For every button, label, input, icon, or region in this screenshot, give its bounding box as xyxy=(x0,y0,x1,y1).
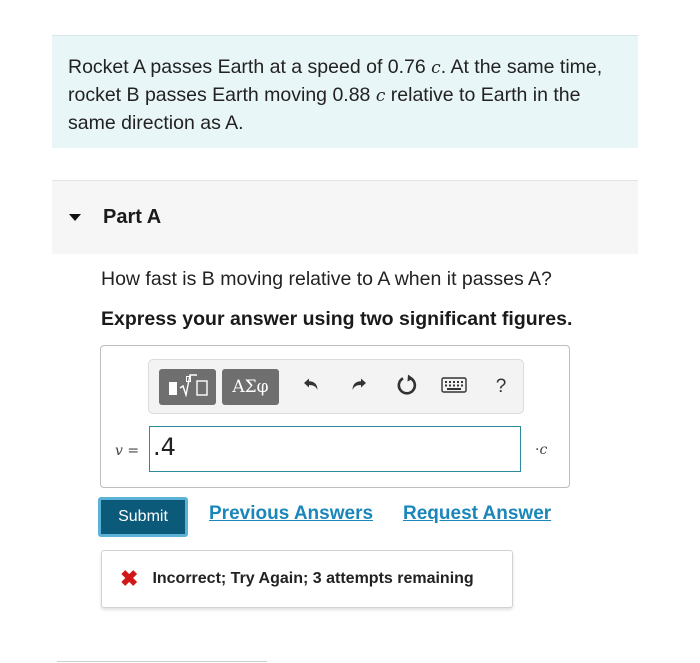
divider xyxy=(57,661,267,662)
help-button[interactable]: ? xyxy=(483,369,519,405)
undo-icon xyxy=(301,375,321,400)
request-answer-link[interactable]: Request Answer xyxy=(403,503,551,525)
caret-down-icon[interactable] xyxy=(69,214,81,221)
template-button[interactable] xyxy=(159,369,216,405)
speed-of-light-symbol: c xyxy=(375,86,386,106)
keyboard-icon xyxy=(441,376,467,398)
feedback-banner: ✖ Incorrect; Try Again; 3 attempts remai… xyxy=(101,550,513,608)
keyboard-button[interactable] xyxy=(436,369,472,405)
problem-statement: Rocket A passes Earth at a speed of 0.76… xyxy=(52,35,638,148)
unit-label: ·c xyxy=(535,442,547,458)
answer-variable-label: v = xyxy=(115,443,139,459)
part-a-header[interactable]: Part A xyxy=(52,180,638,254)
redo-icon xyxy=(349,375,369,400)
part-title: Part A xyxy=(103,206,162,228)
question-text: How fast is B moving relative to A when … xyxy=(101,268,552,290)
submit-button[interactable]: Submit xyxy=(98,497,188,537)
unit-symbol: c xyxy=(539,442,548,458)
feedback-text: Incorrect; Try Again; 3 attempts remaini… xyxy=(152,570,474,587)
previous-answers-link[interactable]: Previous Answers xyxy=(209,503,373,525)
speed-of-light-symbol: c xyxy=(431,58,441,78)
template-icon xyxy=(167,373,209,402)
instruction-text: Express your answer using two significan… xyxy=(101,308,573,330)
x-icon: ✖ xyxy=(120,566,139,591)
reset-button[interactable] xyxy=(389,369,425,405)
problem-text-1: Rocket A passes Earth at a speed of 0.76 xyxy=(68,56,432,78)
answer-variable: v xyxy=(115,443,123,459)
equals-sign: = xyxy=(122,443,140,459)
answer-input[interactable]: .4 xyxy=(149,426,521,472)
greek-letters-button[interactable]: ΑΣφ xyxy=(222,369,279,405)
answer-box: ΑΣφ ? v = .4 ·c xyxy=(100,345,570,488)
math-toolbar: ΑΣφ ? xyxy=(148,359,524,414)
undo-button[interactable] xyxy=(293,369,329,405)
redo-button[interactable] xyxy=(341,369,377,405)
reset-icon xyxy=(396,374,418,401)
